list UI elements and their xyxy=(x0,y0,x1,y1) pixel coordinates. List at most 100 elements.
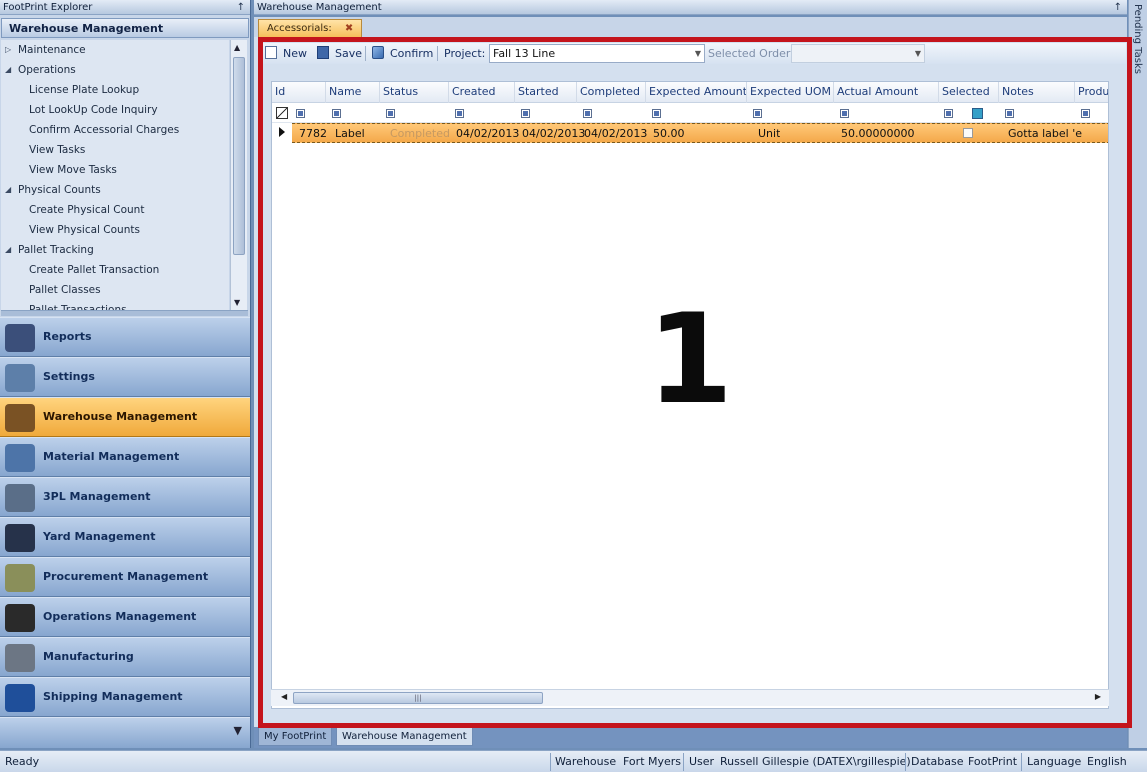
3pl-icon xyxy=(5,484,35,512)
grid-horizontal-scrollbar[interactable]: ◀ ||| ▶ xyxy=(271,689,1109,706)
main-title-bar: Warehouse Management ↑ xyxy=(254,0,1127,15)
tree-item-label: View Physical Counts xyxy=(29,224,140,236)
column-header[interactable]: Completed xyxy=(577,82,646,103)
tab-my-footprint[interactable]: My FootPrint xyxy=(258,728,333,746)
configure-buttons-icon[interactable]: ▼ xyxy=(234,724,242,737)
project-dropdown[interactable]: Fall 13 Line ▼ xyxy=(489,44,705,63)
cell-name[interactable]: Label xyxy=(332,124,365,143)
cell-created[interactable]: 04/02/2013 xyxy=(453,124,519,143)
cell-actual-amount[interactable]: 50.00000000 xyxy=(838,124,914,143)
cell-status[interactable]: Completed xyxy=(387,124,450,143)
cell-started[interactable]: 04/02/2013 xyxy=(519,124,585,143)
row-indicator[interactable] xyxy=(272,123,292,143)
nav-button[interactable]: Reports xyxy=(0,317,250,357)
new-button[interactable]: New xyxy=(265,45,307,62)
scroll-up-icon[interactable]: ▲ xyxy=(234,43,240,52)
cell-id[interactable]: 7782 xyxy=(296,124,327,143)
nav-button[interactable]: Material Management xyxy=(0,437,250,477)
pane-splitter[interactable] xyxy=(1,310,248,316)
nav-button[interactable]: Manufacturing xyxy=(0,637,250,677)
confirm-button[interactable]: Confirm xyxy=(372,45,433,62)
tree-item[interactable]: View Move Tasks xyxy=(1,160,229,180)
nav-button[interactable]: Shipping Management xyxy=(0,677,250,717)
table-row[interactable]: 7782 Label Completed 04/02/2013 04/02/2013 04… xyxy=(292,123,1108,143)
column-filter-checkbox[interactable] xyxy=(1081,109,1090,118)
column-filter-checkbox[interactable] xyxy=(753,109,762,118)
tree-item[interactable]: ◢ Pallet Tracking xyxy=(1,240,229,260)
selected-checkbox[interactable] xyxy=(963,128,973,138)
close-icon[interactable]: ✖ xyxy=(345,23,353,34)
nav-button[interactable]: Yard Management xyxy=(0,517,250,557)
hscroll-thumb[interactable]: ||| xyxy=(293,692,543,704)
scroll-down-icon[interactable]: ▼ xyxy=(234,298,240,307)
column-header[interactable]: Created xyxy=(449,82,515,103)
column-filter-checkbox[interactable] xyxy=(455,109,464,118)
column-header[interactable]: Expected UOM xyxy=(747,82,834,103)
tab-warehouse-management[interactable]: Warehouse Management xyxy=(336,728,473,746)
tree-scroll-thumb[interactable] xyxy=(233,57,245,255)
tab-accessorials[interactable]: Accessorials: ✖ xyxy=(258,19,363,37)
pin-icon[interactable]: ↑ xyxy=(1114,0,1122,15)
cell-expected-amount[interactable]: 50.00 xyxy=(650,124,685,143)
column-filter-checkbox[interactable] xyxy=(840,109,849,118)
procurement-icon xyxy=(5,564,35,592)
column-filter-checkbox[interactable] xyxy=(521,109,530,118)
nav-button-label: Manufacturing xyxy=(43,650,134,663)
column-filter-checkbox[interactable] xyxy=(583,109,592,118)
filter-clear-icon[interactable] xyxy=(276,107,288,119)
tree-item-label: Lot LookUp Code Inquiry xyxy=(29,104,158,116)
tree-item[interactable]: ◢ Operations xyxy=(1,60,229,80)
tree-item[interactable]: Confirm Accessorial Charges xyxy=(1,120,229,140)
column-header[interactable]: Started xyxy=(515,82,577,103)
selected-order-dropdown[interactable]: ▼ xyxy=(791,44,925,63)
nav-button[interactable]: Procurement Management xyxy=(0,557,250,597)
column-filter-checkbox[interactable] xyxy=(1005,109,1014,118)
column-header[interactable]: Expected Amount xyxy=(646,82,747,103)
column-header[interactable]: Notes xyxy=(999,82,1075,103)
tree-item[interactable]: License Plate Lookup xyxy=(1,80,229,100)
tree-item[interactable]: Lot LookUp Code Inquiry xyxy=(1,100,229,120)
cell-notes[interactable]: Gotta label 'e xyxy=(1005,124,1082,143)
chevron-down-icon[interactable]: ▼ xyxy=(695,45,701,62)
tree-item[interactable]: Pallet Classes xyxy=(1,280,229,300)
column-filter-checkbox[interactable] xyxy=(332,109,341,118)
collapse-arrow-icon[interactable]: ◢ xyxy=(5,240,11,260)
tree-scrollbar[interactable]: ▲ ▼ xyxy=(230,40,247,310)
chevron-down-icon[interactable]: ▼ xyxy=(915,45,921,62)
nav-button[interactable]: Settings xyxy=(0,357,250,397)
column-header[interactable]: Name xyxy=(326,82,380,103)
save-button[interactable]: Save xyxy=(317,45,362,62)
column-filter-checkbox[interactable] xyxy=(944,109,953,118)
tree-item[interactable]: View Tasks xyxy=(1,140,229,160)
column-filter-checkbox[interactable] xyxy=(652,109,661,118)
column-filter-checkbox[interactable] xyxy=(386,109,395,118)
tree-item[interactable]: ◢ Physical Counts xyxy=(1,180,229,200)
cell-expected-uom[interactable]: Unit xyxy=(755,124,780,143)
tree-item[interactable]: Pallet Transactions xyxy=(1,300,229,310)
nav-button[interactable]: Warehouse Management xyxy=(0,397,250,437)
column-filter-checkbox[interactable] xyxy=(972,108,983,119)
column-header[interactable]: Id xyxy=(272,82,326,103)
tree-item[interactable]: View Physical Counts xyxy=(1,220,229,240)
column-header[interactable]: Status xyxy=(380,82,449,103)
tree-item[interactable]: Create Physical Count xyxy=(1,200,229,220)
tree-item[interactable]: Create Pallet Transaction xyxy=(1,260,229,280)
column-header[interactable]: Selected xyxy=(939,82,999,103)
collapse-arrow-icon[interactable]: ◢ xyxy=(5,180,11,200)
pending-tasks-strip[interactable]: Pending Tasks xyxy=(1128,0,1147,748)
confirm-icon xyxy=(372,46,384,59)
nav-button[interactable]: 3PL Management xyxy=(0,477,250,517)
column-header[interactable]: Produ xyxy=(1075,82,1108,103)
column-filter-checkbox[interactable] xyxy=(296,109,305,118)
nav-button[interactable]: Operations Management xyxy=(0,597,250,637)
scroll-left-icon[interactable]: ◀ xyxy=(281,692,287,701)
pin-icon[interactable]: ↑ xyxy=(237,0,245,15)
pending-tasks-label[interactable]: Pending Tasks xyxy=(1132,4,1143,74)
tree-item[interactable]: ▷ Maintenance xyxy=(1,40,229,60)
column-header[interactable]: Actual Amount xyxy=(834,82,939,103)
scroll-right-icon[interactable]: ▶ xyxy=(1095,692,1101,701)
group-header[interactable]: Warehouse Management xyxy=(1,18,249,38)
expand-arrow-icon[interactable]: ▷ xyxy=(5,40,11,60)
collapse-arrow-icon[interactable]: ◢ xyxy=(5,60,11,80)
cell-completed[interactable]: 04/02/2013 xyxy=(581,124,647,143)
